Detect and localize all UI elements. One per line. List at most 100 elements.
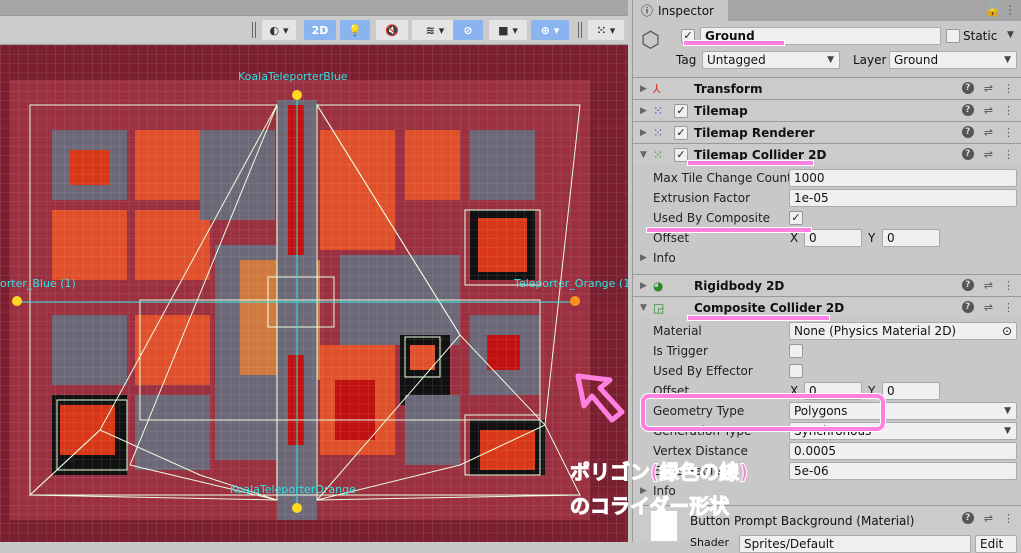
used-by-effector-label: Used By Effector xyxy=(653,364,753,378)
material-field[interactable]: None (Physics Material 2D) ⊙ xyxy=(789,322,1017,340)
offset-label: Offset xyxy=(653,231,690,245)
help-icon[interactable]: ? xyxy=(961,82,974,94)
preset-icon[interactable]: ⇌ xyxy=(984,148,993,161)
expand-icon[interactable]: ▶ xyxy=(640,281,647,291)
annotation-text: ポリゴン(緑色の線) xyxy=(569,460,749,485)
extrusion-field[interactable]: 1e-05 xyxy=(789,189,1017,207)
hidden-objects-icon[interactable]: ⊘ xyxy=(453,20,483,40)
preset-icon[interactable]: ⇌ xyxy=(984,301,993,314)
edit-shader-button[interactable]: Edit xyxy=(975,535,1017,553)
extrusion-label: Extrusion Factor xyxy=(653,191,751,205)
context-menu-icon[interactable]: ⋮ xyxy=(1003,301,1014,314)
collapse-icon[interactable]: ▼ xyxy=(640,303,647,313)
tilemap-enabled-checkbox[interactable]: ✓ xyxy=(674,103,688,118)
context-menu-icon[interactable]: ⋮ xyxy=(1003,279,1014,292)
transform-icon: ⅄ xyxy=(653,81,661,96)
collapse-icon[interactable]: ▼ xyxy=(640,150,647,160)
toolbar-separator xyxy=(252,22,256,38)
component-tilemap[interactable]: ▶ ⁙ ✓ Tilemap? ⇌ ⋮ xyxy=(633,99,1021,121)
offset-x-field[interactable]: 0 xyxy=(804,229,862,247)
context-menu-icon[interactable]: ⋮ xyxy=(1003,82,1014,95)
x-label: X xyxy=(790,231,799,245)
tilemap-collider-enabled-checkbox[interactable]: ✓ xyxy=(674,147,688,162)
help-icon[interactable]: ? xyxy=(961,126,974,138)
tilemap-canvas[interactable] xyxy=(0,45,628,542)
teleporter-orange-bottom-icon[interactable] xyxy=(292,503,302,513)
context-menu-icon[interactable]: ⋮ xyxy=(1003,126,1014,139)
effects-icon[interactable]: ≋ ▾ xyxy=(412,20,458,40)
grid-overlay xyxy=(0,45,628,542)
rigidbody-icon: ◕ xyxy=(653,278,664,293)
preset-icon[interactable]: ⇌ xyxy=(984,126,993,139)
lighting-icon[interactable]: 💡 xyxy=(340,20,370,40)
component-transform[interactable]: ▶ ⅄ Transform? ⇌ ⋮ xyxy=(633,77,1021,99)
composite-collider-icon: ◲ xyxy=(653,300,665,315)
preset-icon[interactable]: ⇌ xyxy=(984,279,993,292)
shader-dropdown[interactable]: Sprites/Default xyxy=(739,535,971,553)
label-teleporter-orange: KoalaTeleporterOrange xyxy=(230,483,356,496)
tilemap-renderer-icon: ⁙ xyxy=(653,125,664,140)
scene-toolbar: ◐ ▾ 2D 💡 🔇 ≋ ▾ ⊘ ■ ▾ ⊕ ▾ ⁙ ▾ xyxy=(0,16,628,45)
preset-icon[interactable]: ⇌ xyxy=(984,512,993,525)
vertex-distance-field[interactable]: 0.0005 xyxy=(789,442,1017,460)
help-icon[interactable]: ? xyxy=(961,279,974,291)
context-menu-icon[interactable]: ⋮ xyxy=(1003,148,1014,161)
tab-inspector[interactable]: ⓘ Inspector xyxy=(633,0,728,21)
component-rigidbody-2d[interactable]: ▶ ◕ Rigidbody 2D? ⇌ ⋮ xyxy=(633,274,1021,296)
layer-dropdown[interactable]: Ground xyxy=(889,51,1017,69)
tag-label: Tag xyxy=(676,53,697,67)
component-title: Composite Collider 2D xyxy=(694,300,845,315)
used-by-composite-label: Used By Composite xyxy=(653,211,771,225)
static-checkbox[interactable] xyxy=(946,29,960,43)
expand-icon[interactable]: ▶ xyxy=(640,106,647,116)
preset-icon[interactable]: ⇌ xyxy=(984,104,993,117)
expand-icon[interactable]: ▶ xyxy=(640,128,647,138)
2d-toggle-button[interactable]: 2D xyxy=(304,20,336,40)
teleporter-blue-left-icon[interactable] xyxy=(12,296,22,306)
edge-radius-field[interactable]: 5e-06 xyxy=(789,462,1017,480)
camera-icon[interactable]: ■ ▾ xyxy=(489,20,527,40)
annotation-text: のコライダー形状 xyxy=(569,494,730,519)
max-tile-field[interactable]: 1000 xyxy=(789,169,1017,187)
object-picker-icon[interactable]: ⊙ xyxy=(1002,323,1012,339)
tag-dropdown[interactable]: Untagged xyxy=(702,51,840,69)
context-menu-icon[interactable]: ⋮ xyxy=(1003,512,1014,525)
help-icon[interactable]: ? xyxy=(961,512,974,524)
highlight-callout-box xyxy=(641,394,885,431)
teleporter-orange-right-icon[interactable] xyxy=(570,296,580,306)
offset-y-field[interactable]: 0 xyxy=(882,382,940,400)
shader-label: Shader xyxy=(690,536,729,549)
pink-arrow-icon xyxy=(575,373,625,423)
label-teleporter-orange-1: Teleporter_Orange (1 xyxy=(514,277,628,290)
audio-mute-icon[interactable]: 🔇 xyxy=(376,20,408,40)
static-dropdown-icon[interactable]: ▼ xyxy=(1007,30,1014,40)
used-by-effector-checkbox[interactable] xyxy=(789,364,803,378)
component-composite-collider-2d[interactable]: ▼ ◲ Composite Collider 2D? ⇌ ⋮ xyxy=(633,296,1021,318)
lock-icon[interactable]: 🔓 xyxy=(985,3,1000,17)
component-title: Rigidbody 2D xyxy=(694,278,785,293)
component-tilemap-renderer[interactable]: ▶ ⁙ ✓ Tilemap Renderer? ⇌ ⋮ xyxy=(633,121,1021,143)
help-icon[interactable]: ? xyxy=(961,104,974,116)
expand-icon[interactable]: ▶ xyxy=(640,84,647,94)
info-foldout[interactable]: ▶ Info xyxy=(633,248,1021,268)
y-label: Y xyxy=(868,231,876,245)
menu-icon[interactable]: ⋮ xyxy=(1004,3,1016,17)
grid-snap-icon[interactable]: ⁙ ▾ xyxy=(588,20,624,40)
preset-icon[interactable]: ⇌ xyxy=(984,82,993,95)
context-menu-icon[interactable]: ⋮ xyxy=(1003,104,1014,117)
used-by-composite-checkbox[interactable]: ✓ xyxy=(789,211,803,225)
tilemap-renderer-enabled-checkbox[interactable]: ✓ xyxy=(674,125,688,140)
max-tile-label: Max Tile Change Count xyxy=(653,171,792,185)
offset-y-field[interactable]: 0 xyxy=(882,229,940,247)
help-icon[interactable]: ? xyxy=(961,148,974,160)
gizmos-icon[interactable]: ⊕ ▾ xyxy=(531,20,569,40)
scene-view[interactable]: ◐ ▾ 2D 💡 🔇 ≋ ▾ ⊘ ■ ▾ ⊕ ▾ ⁙ ▾ KoalaTelepo… xyxy=(0,0,628,542)
expand-icon[interactable]: ▶ xyxy=(640,253,647,263)
is-trigger-checkbox[interactable] xyxy=(789,344,803,358)
teleporter-blue-top-icon[interactable] xyxy=(292,90,302,100)
highlight-underline xyxy=(687,160,814,166)
shading-mode-dropdown[interactable]: ◐ ▾ xyxy=(262,20,296,40)
label-teleporter-blue-1: orter_Blue (1) xyxy=(0,277,76,290)
help-icon[interactable]: ? xyxy=(961,301,974,313)
component-title: Transform xyxy=(694,81,763,96)
